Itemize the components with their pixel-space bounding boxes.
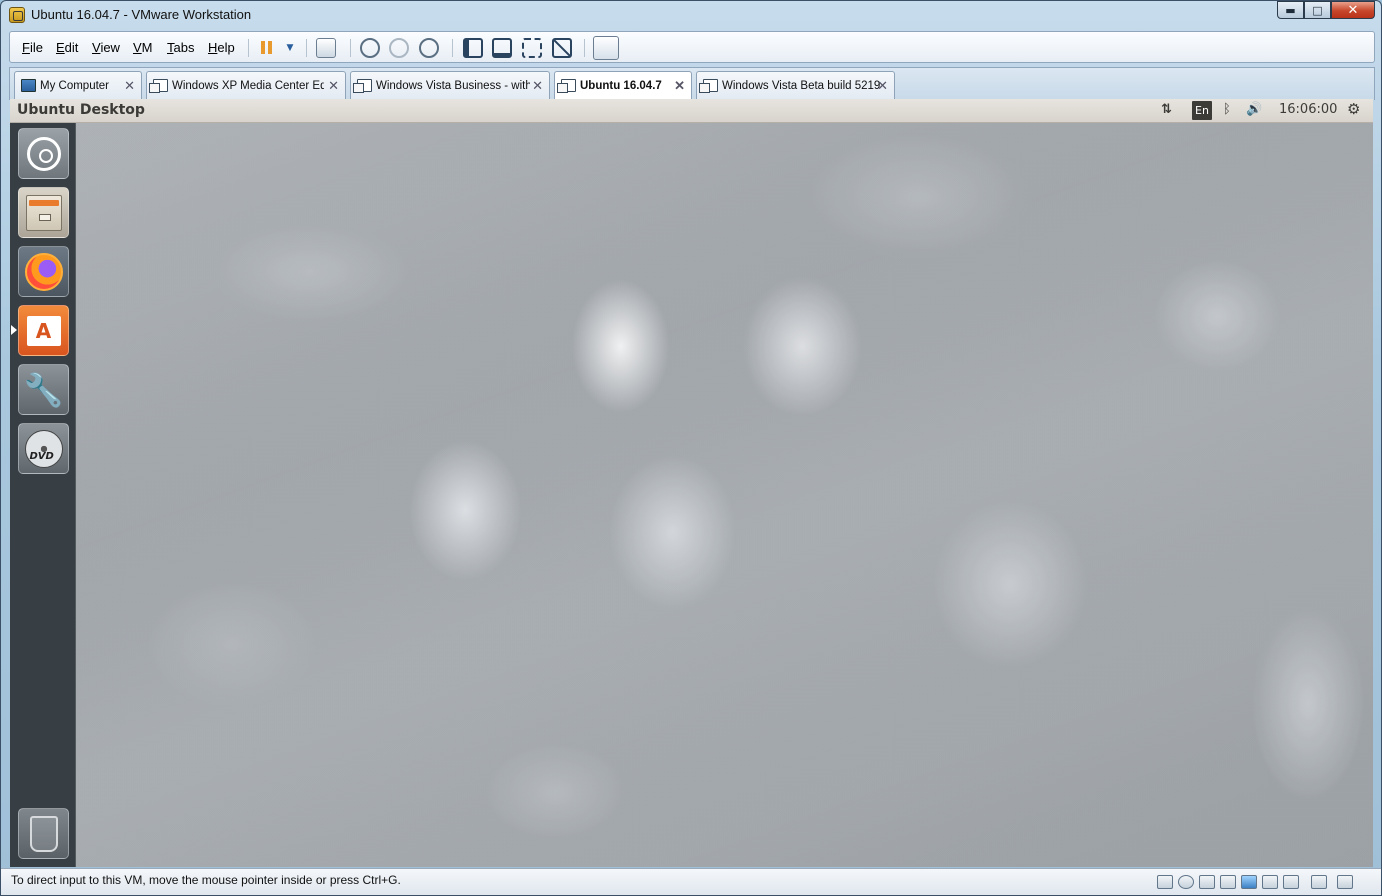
toolbar-separator bbox=[306, 39, 307, 57]
launcher-dash-button[interactable] bbox=[18, 128, 69, 179]
sound-card-icon[interactable] bbox=[1262, 875, 1278, 889]
message-log-icon[interactable] bbox=[1311, 875, 1327, 889]
hard-disk-icon[interactable] bbox=[1157, 875, 1173, 889]
menu-toolbar: File Edit View VM Tabs Help ▼ bbox=[9, 31, 1375, 63]
status-bar: To direct input to this VM, move the mou… bbox=[1, 868, 1381, 895]
vm-tabs-bar: My Computer ✕ Windows XP Media Center Ed… bbox=[9, 67, 1375, 101]
system-settings-icon: 🔧 bbox=[23, 370, 64, 409]
bluetooth-icon[interactable]: ᛒ bbox=[1223, 102, 1231, 117]
tab-close-icon[interactable]: ✕ bbox=[674, 78, 685, 94]
clock[interactable]: 16:06:00 bbox=[1279, 102, 1337, 117]
cd-dvd-icon[interactable] bbox=[1178, 875, 1194, 889]
caption-buttons: ▬ □ ✕ bbox=[1277, 1, 1375, 19]
tab-close-icon[interactable]: ✕ bbox=[328, 78, 339, 94]
vm-icon bbox=[353, 79, 372, 93]
snapshot-take-icon[interactable] bbox=[360, 38, 380, 58]
ubuntu-top-panel: Ubuntu Desktop ⇅ En ᛒ 🔊 16:06:00 ⚙ bbox=[10, 99, 1373, 123]
menu-help[interactable]: Help bbox=[208, 40, 235, 55]
tab-windows-vista-beta[interactable]: Windows Vista Beta build 5219 ✕ bbox=[696, 71, 895, 100]
dropdown-arrow-icon[interactable]: ▼ bbox=[280, 38, 300, 58]
tab-close-icon[interactable]: ✕ bbox=[124, 78, 135, 94]
dvd-label: DVD bbox=[29, 450, 54, 462]
printer-icon[interactable] bbox=[1220, 875, 1236, 889]
menu-view[interactable]: View bbox=[92, 40, 120, 55]
vm-icon bbox=[699, 79, 718, 93]
network-adapter-icon[interactable] bbox=[1199, 875, 1215, 889]
fit-guest-icon[interactable] bbox=[1337, 875, 1353, 889]
running-indicator-icon bbox=[11, 325, 17, 335]
system-menu-gear-icon[interactable]: ⚙ bbox=[1347, 100, 1360, 118]
firefox-icon bbox=[24, 252, 63, 291]
window-title: Ubuntu 16.04.7 - VMware Workstation bbox=[31, 7, 252, 22]
tab-label: Windows Vista Beta build 5219 bbox=[722, 80, 881, 92]
tab-close-icon[interactable]: ✕ bbox=[532, 78, 543, 94]
stretch-guest-icon[interactable] bbox=[552, 38, 572, 58]
network-icon[interactable]: ⇅ bbox=[1161, 102, 1172, 117]
tab-close-icon[interactable]: ✕ bbox=[877, 78, 888, 94]
maximize-button[interactable]: □ bbox=[1304, 1, 1331, 19]
trash-icon bbox=[29, 815, 58, 852]
launcher-files-button[interactable] bbox=[18, 187, 69, 238]
thumbnail-bar-icon[interactable] bbox=[593, 36, 619, 60]
launcher-settings-button[interactable]: 🔧 bbox=[18, 364, 69, 415]
menu-edit[interactable]: Edit bbox=[56, 40, 78, 55]
launcher-firefox-button[interactable] bbox=[18, 246, 69, 297]
unity-launcher: A 🔧 DVD bbox=[10, 123, 76, 867]
tab-windows-vista-business[interactable]: Windows Vista Business - with... ✕ bbox=[350, 71, 550, 100]
desktop-wallpaper bbox=[76, 123, 1373, 867]
vm-display[interactable]: Ubuntu Desktop ⇅ En ᛒ 🔊 16:06:00 ⚙ A 🔧 D… bbox=[10, 99, 1373, 867]
tab-label: Windows Vista Business - with... bbox=[376, 80, 530, 92]
send-ctrl-alt-del-icon[interactable] bbox=[316, 38, 336, 58]
vm-icon bbox=[149, 79, 168, 93]
snapshot-manager-icon[interactable] bbox=[419, 38, 439, 58]
ubuntu-panel-title: Ubuntu Desktop bbox=[17, 102, 145, 118]
title-bar: Ubuntu 16.04.7 - VMware Workstation ▬ □ … bbox=[1, 1, 1381, 29]
vmware-window: Ubuntu 16.04.7 - VMware Workstation ▬ □ … bbox=[0, 0, 1382, 896]
tab-ubuntu[interactable]: Ubuntu 16.04.7 ✕ bbox=[554, 71, 692, 101]
software-center-icon: A bbox=[26, 315, 61, 346]
toolbar-separator bbox=[452, 39, 453, 57]
tab-label: Windows XP Media Center Edi... bbox=[172, 80, 324, 92]
menu-file[interactable]: File bbox=[22, 40, 43, 55]
tab-label: Ubuntu 16.04.7 bbox=[580, 80, 662, 92]
dvd-icon: DVD bbox=[24, 429, 63, 468]
status-message: To direct input to this VM, move the mou… bbox=[11, 873, 401, 887]
launcher-dvd-button[interactable]: DVD bbox=[18, 423, 69, 474]
tab-label: My Computer bbox=[40, 80, 110, 92]
menu-tabs[interactable]: Tabs bbox=[167, 40, 194, 55]
unity-icon[interactable] bbox=[522, 38, 542, 58]
launcher-trash-button[interactable] bbox=[18, 808, 69, 859]
keyboard-layout-indicator[interactable]: En bbox=[1192, 101, 1212, 120]
file-cabinet-icon bbox=[25, 194, 62, 231]
pause-bar-right bbox=[268, 41, 272, 54]
menu-vm[interactable]: VM bbox=[133, 40, 153, 55]
pause-icon[interactable] bbox=[258, 38, 278, 58]
tab-windows-xp[interactable]: Windows XP Media Center Edi... ✕ bbox=[146, 71, 346, 100]
ubuntu-logo-icon bbox=[26, 136, 61, 171]
minimize-button[interactable]: ▬ bbox=[1277, 1, 1304, 19]
computer-icon bbox=[21, 79, 36, 92]
console-view-icon[interactable] bbox=[463, 38, 483, 58]
toolbar-separator bbox=[584, 39, 585, 57]
vm-icon bbox=[557, 79, 576, 93]
usb-icon[interactable] bbox=[1241, 875, 1257, 889]
volume-icon[interactable]: 🔊 bbox=[1246, 102, 1262, 117]
snapshot-revert-icon[interactable] bbox=[389, 38, 409, 58]
vmware-app-icon bbox=[9, 7, 25, 23]
pause-bar-left bbox=[261, 41, 265, 54]
display-icon[interactable] bbox=[1283, 875, 1299, 889]
toolbar-separator bbox=[248, 39, 249, 57]
close-button[interactable]: ✕ bbox=[1331, 1, 1375, 19]
toolbar-separator bbox=[350, 39, 351, 57]
tab-my-computer[interactable]: My Computer ✕ bbox=[14, 71, 142, 100]
launcher-software-button[interactable]: A bbox=[18, 305, 69, 356]
full-screen-icon[interactable] bbox=[492, 38, 512, 58]
